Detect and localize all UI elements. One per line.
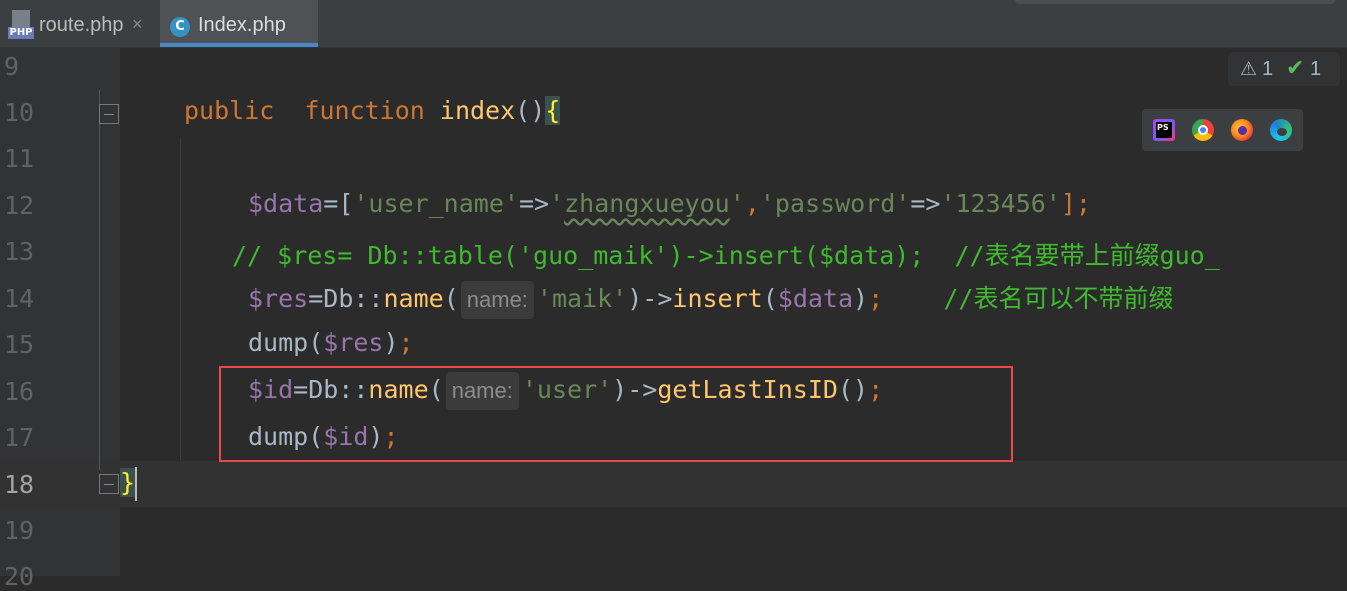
parens: () xyxy=(515,96,546,125)
matched-brace: { xyxy=(545,96,561,125)
editor-tab-bar: PHP route.php × C Index.php xyxy=(0,0,1347,48)
fold-collapse-icon[interactable] xyxy=(99,104,119,124)
line-number: 10 xyxy=(4,98,35,127)
php-file-icon: PHP xyxy=(8,10,34,40)
inspection-widget[interactable]: ⚠ 1 ✔ 1 xyxy=(1228,52,1340,86)
paren: ( xyxy=(443,284,459,313)
line-number: 17 xyxy=(4,423,35,452)
function-call: dump( xyxy=(248,328,324,357)
punctuation: ; xyxy=(398,328,414,357)
text-caret xyxy=(135,467,137,501)
weak-warning-check-icon: ✔ xyxy=(1286,55,1305,80)
code-line-18: } xyxy=(120,468,136,497)
function-name: index xyxy=(439,96,516,125)
punctuation: , xyxy=(744,189,760,218)
highlight-annotation-box xyxy=(219,366,1013,462)
code-line-12: $data=['user_name'=>'zhangxueyou','passw… xyxy=(248,189,1091,218)
paren: ) xyxy=(383,328,399,357)
typo-string: zhangxueyou xyxy=(564,189,730,218)
string: '123456' xyxy=(940,189,1061,218)
variable: $data xyxy=(248,189,324,218)
tab-index-php[interactable]: C Index.php xyxy=(160,0,318,47)
weak-warning-count: 1 xyxy=(1310,58,1322,80)
line-number-active: 18 xyxy=(4,470,35,499)
string: 'user_name' xyxy=(353,189,519,218)
firefox-icon[interactable] xyxy=(1231,119,1253,141)
method: insert xyxy=(672,284,763,313)
line-number: 16 xyxy=(4,377,35,406)
code-line-15: dump($res); xyxy=(248,328,414,357)
variable: $res xyxy=(248,284,309,313)
variable: $res xyxy=(323,328,384,357)
string: 'maik' xyxy=(536,284,628,313)
tab-label: Index.php xyxy=(198,14,286,36)
phpstorm-icon[interactable] xyxy=(1153,119,1175,141)
operator: =[ xyxy=(323,189,354,218)
line-number: 14 xyxy=(4,284,35,313)
variable: $data xyxy=(777,284,854,313)
line-number: 15 xyxy=(4,330,35,359)
paren: ) xyxy=(853,284,869,313)
class-file-icon: C xyxy=(170,17,190,37)
operator: => xyxy=(518,189,550,218)
string: ' xyxy=(549,189,565,218)
tab-label: route.php xyxy=(39,14,124,36)
punctuation: ]; xyxy=(1060,189,1091,218)
comment: // $res= Db::table('guo_maik')->insert($… xyxy=(232,241,925,270)
line-number: 9 xyxy=(4,52,20,81)
code-line-13: // $res= Db::table('guo_maik')->insert($… xyxy=(232,236,1220,272)
line-number: 20 xyxy=(4,562,35,591)
warning-icon: ⚠ xyxy=(1240,59,1258,80)
tab-bar-strip xyxy=(1015,0,1335,4)
code-line-14: $res=Db::name(name:'maik')->insert($data… xyxy=(248,279,1173,319)
line-number: 19 xyxy=(4,516,35,545)
operator: )-> xyxy=(627,284,673,313)
paren: ( xyxy=(762,284,778,313)
line-number: 11 xyxy=(4,144,35,173)
line-number: 12 xyxy=(4,191,35,220)
comment: //表名要带上前缀guo_ xyxy=(954,241,1220,270)
open-in-browser-toolbar xyxy=(1142,109,1303,151)
tab-route-php[interactable]: PHP route.php × xyxy=(0,0,158,47)
edge-icon[interactable] xyxy=(1270,119,1292,141)
warning-count: 1 xyxy=(1262,58,1274,80)
comment: //表名可以不带前缀 xyxy=(943,284,1174,313)
keyword: function xyxy=(304,96,425,125)
matched-brace: } xyxy=(120,468,136,497)
code-line-10: public function index(){ xyxy=(184,96,561,125)
method: name xyxy=(383,284,444,313)
fold-end-icon[interactable] xyxy=(99,474,119,494)
current-line-highlight xyxy=(120,461,1347,507)
close-icon[interactable]: × xyxy=(132,14,143,35)
string: ' xyxy=(729,189,745,218)
fold-region-line xyxy=(99,90,100,470)
parameter-hint: name: xyxy=(460,281,534,319)
chrome-icon[interactable] xyxy=(1192,119,1214,141)
indent-guide xyxy=(180,138,181,460)
operator: => xyxy=(910,189,941,218)
keyword: public xyxy=(184,96,275,125)
string: 'password' xyxy=(759,189,911,218)
line-number: 13 xyxy=(4,237,35,266)
class-ref: =Db:: xyxy=(308,284,384,313)
punctuation: ; xyxy=(868,284,884,313)
